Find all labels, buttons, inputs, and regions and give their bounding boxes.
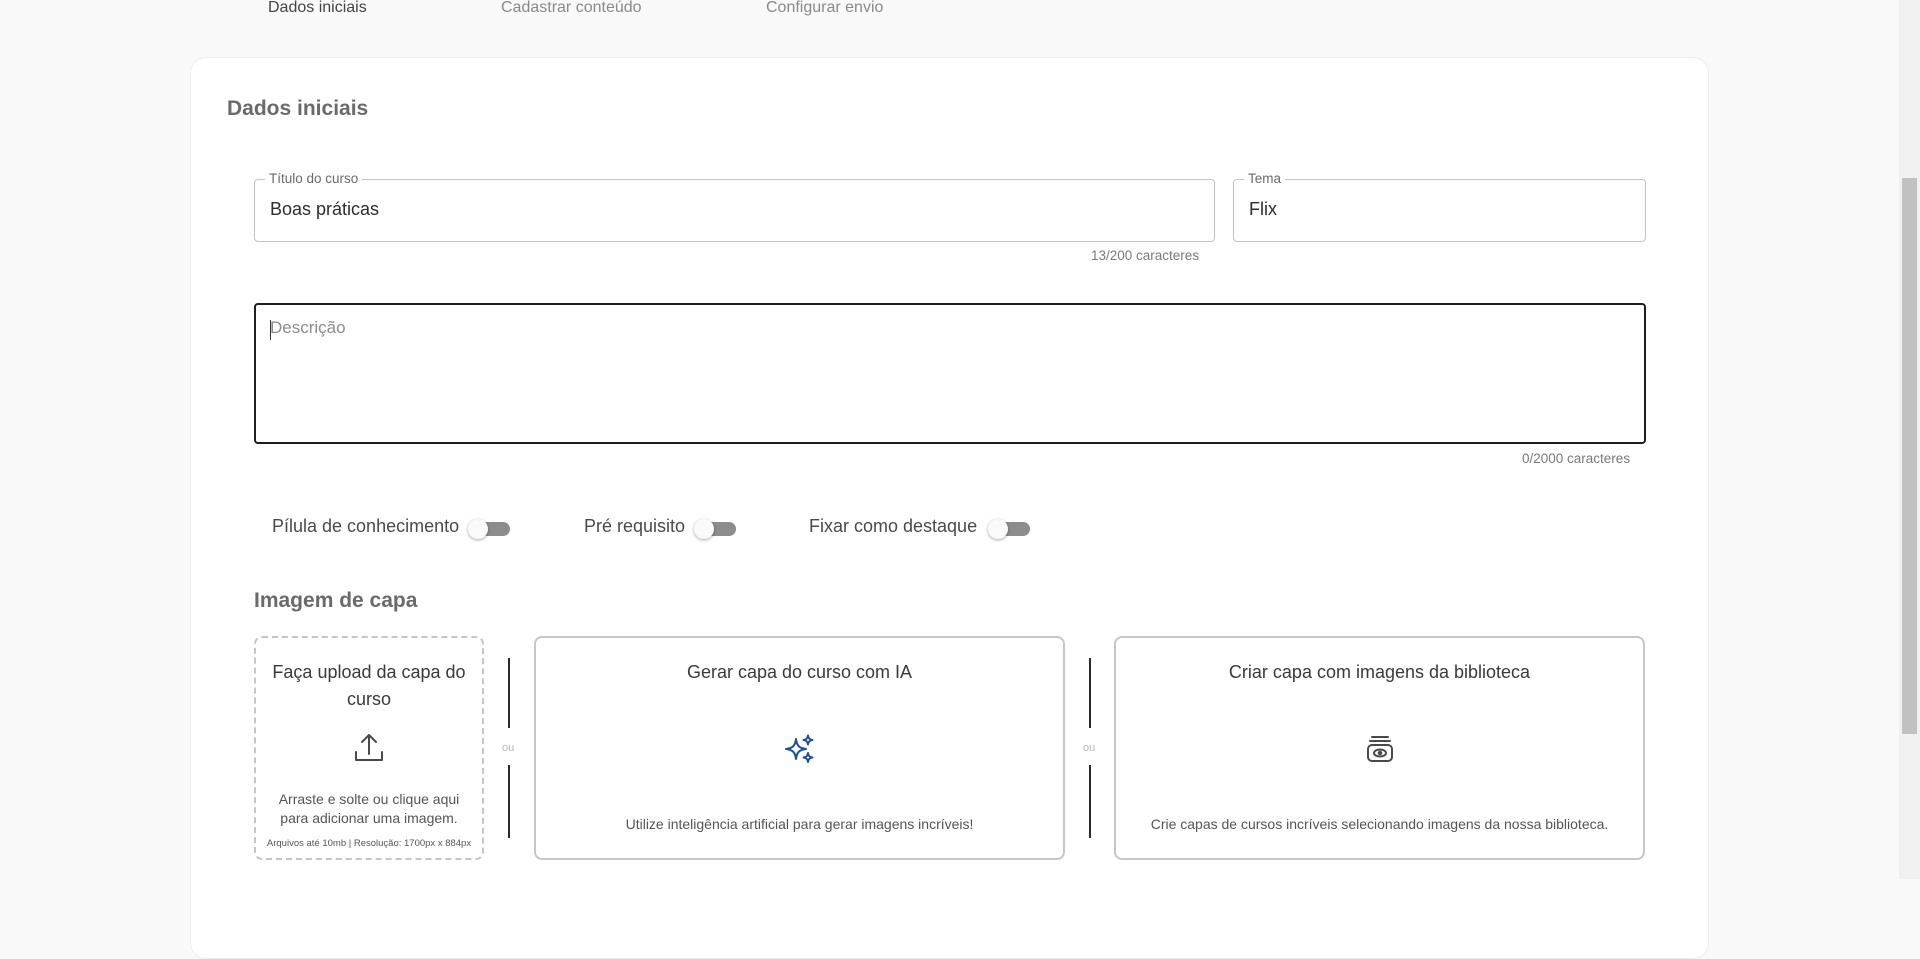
course-title-label: Título do curso bbox=[265, 170, 363, 188]
image-library-icon bbox=[1365, 734, 1395, 769]
description-counter: 0/2000 caracteres bbox=[1522, 451, 1631, 466]
library-card-description: Crie capas de cursos incríveis seleciona… bbox=[1150, 816, 1609, 832]
toggle-label-pre-requisito: Pré requisito bbox=[584, 516, 686, 536]
step-dados-iniciais[interactable]: Dados iniciais bbox=[268, 0, 367, 17]
section-title-imagem-capa: Imagem de capa bbox=[254, 589, 418, 612]
step-cadastrar-conteudo[interactable]: Cadastrar conteúdo bbox=[501, 0, 642, 17]
toggle-pilula-conhecimento[interactable] bbox=[468, 519, 512, 539]
generate-cover-ai-card[interactable]: Gerar capa do curso com IA Utilize intel… bbox=[534, 636, 1065, 860]
library-cover-card[interactable]: Criar capa com imagens da biblioteca Cri… bbox=[1114, 636, 1645, 860]
toggle-label-fixar-destaque: Fixar como destaque bbox=[809, 516, 978, 536]
separator-ou: ou bbox=[1083, 742, 1096, 754]
ai-card-title: Gerar capa do curso com IA bbox=[686, 662, 913, 682]
separator-line bbox=[1089, 658, 1091, 728]
upload-cover-dropzone[interactable]: Faça upload da capa do curso Arraste e s… bbox=[254, 636, 484, 860]
theme-field[interactable]: Tema Flix bbox=[1233, 170, 1646, 242]
separator-line bbox=[508, 765, 510, 838]
ai-card-description: Utilize inteligência artificial para ger… bbox=[625, 816, 974, 832]
library-card-title: Criar capa com imagens da biblioteca bbox=[1228, 662, 1531, 682]
course-title-input[interactable]: Boas práticas bbox=[270, 199, 379, 220]
section-title-dados-iniciais: Dados iniciais bbox=[227, 97, 369, 120]
upload-title: Faça upload da capa do curso bbox=[272, 662, 466, 709]
step-configurar-envio[interactable]: Configurar envio bbox=[766, 0, 883, 17]
separator-ou: ou bbox=[502, 742, 515, 754]
theme-input[interactable]: Flix bbox=[1249, 199, 1277, 220]
separator-line bbox=[508, 658, 510, 728]
separator-line bbox=[1089, 765, 1091, 838]
description-textarea[interactable]: Descrição bbox=[254, 303, 1646, 444]
upload-description: Arraste e solte ou clique aqui para adic… bbox=[278, 791, 460, 826]
upload-icon bbox=[353, 732, 385, 769]
course-title-counter: 13/200 caracteres bbox=[1091, 248, 1200, 263]
theme-label: Tema bbox=[1244, 170, 1286, 188]
toggle-label-pilula: Pílula de conhecimento bbox=[272, 516, 460, 536]
sparkles-icon bbox=[784, 734, 815, 769]
toggle-pre-requisito[interactable] bbox=[694, 519, 738, 539]
course-title-field[interactable]: Título do curso Boas práticas bbox=[254, 170, 1215, 242]
text-caret bbox=[270, 320, 271, 340]
upload-limits: Arquivos até 10mb | Resolução: 1700px x … bbox=[266, 838, 472, 849]
scrollbar-thumb[interactable] bbox=[1902, 178, 1917, 734]
description-placeholder: Descrição bbox=[270, 318, 346, 337]
toggle-fixar-destaque[interactable] bbox=[988, 519, 1032, 539]
